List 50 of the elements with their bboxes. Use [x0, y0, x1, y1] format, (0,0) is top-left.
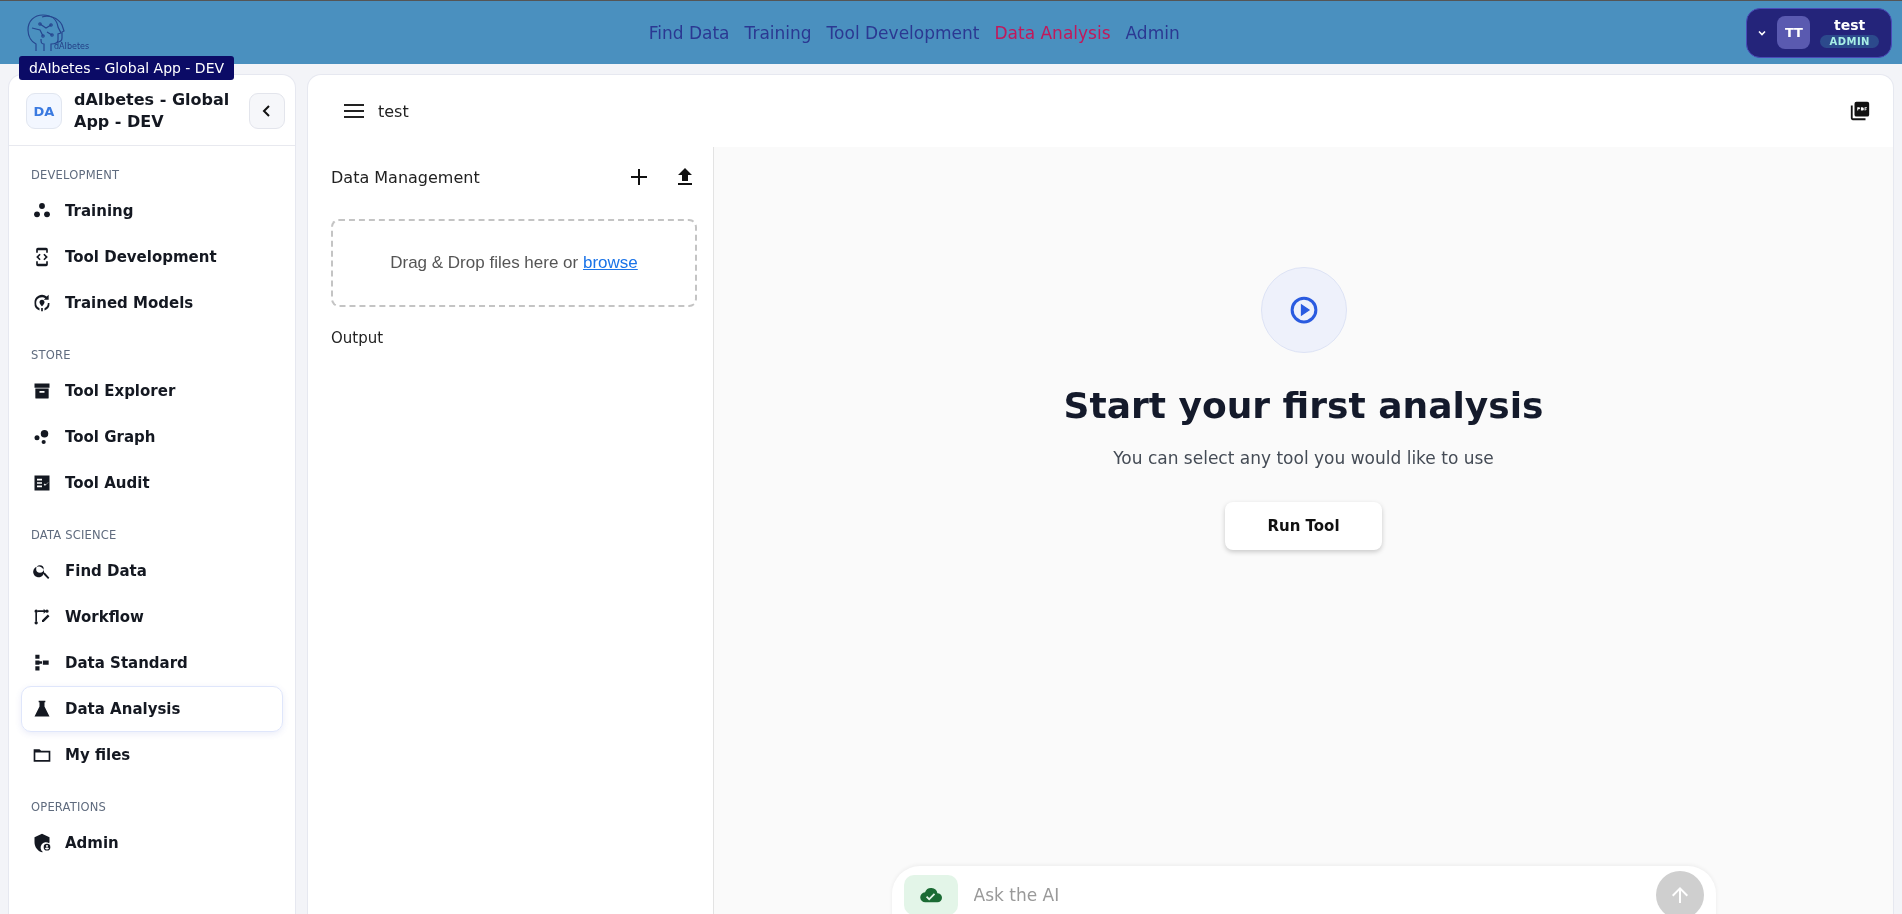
sidebar-icon: [32, 653, 52, 673]
empty-state-title: Start your first analysis: [1063, 385, 1544, 426]
analysis-title: test: [378, 101, 410, 121]
chat-input[interactable]: Ask the AI: [971, 884, 1642, 906]
browse-link[interactable]: browse: [582, 253, 638, 273]
sidebar-item[interactable]: Tool Explorer: [21, 368, 283, 414]
sidebar-item[interactable]: Data Analysis: [21, 686, 283, 732]
sidebar-item[interactable]: Workflow: [21, 594, 283, 640]
section-heading: DATA SCIENCE: [30, 527, 118, 544]
sidebar-item[interactable]: Find Data: [21, 548, 283, 594]
user-avatar: TT: [1777, 16, 1811, 49]
pdf-icon[interactable]: [1849, 100, 1871, 122]
file-dropzone[interactable]: Drag & Drop files here or browse: [331, 219, 697, 307]
app-title: dAIbetes - Global App - DEV: [74, 89, 231, 133]
app-tooltip: dAIbetes - Global App - DEV: [19, 56, 235, 80]
sidebar-item[interactable]: Admin: [21, 820, 283, 866]
sidebar-item[interactable]: Trained Models: [21, 280, 283, 326]
sidebar-item[interactable]: Tool Development: [21, 234, 283, 280]
sidebar-icon: [32, 381, 52, 401]
dropzone-text: Drag & Drop files here or: [390, 253, 579, 273]
plus-icon: [631, 169, 647, 185]
upload-icon: [677, 168, 693, 186]
section-title: Data Management: [331, 167, 481, 187]
section-heading: DEVELOPMENT: [30, 167, 121, 184]
role-badge: ADMIN: [1820, 35, 1879, 48]
logo-text: dAIbetes: [54, 42, 90, 51]
output-label: Output: [331, 329, 384, 347]
user-menu-button[interactable]: TT test ADMIN: [1746, 7, 1892, 58]
section-heading: STORE: [30, 347, 72, 364]
sidebar-item[interactable]: My files: [21, 732, 283, 778]
empty-state-subtitle: You can select any tool you would like to use: [1113, 448, 1494, 468]
play-circle-icon: [1288, 295, 1319, 325]
section-heading: OPERATIONS: [30, 799, 108, 816]
menu-icon[interactable]: [344, 103, 364, 119]
chevron-left-icon: [262, 105, 272, 117]
app-badge: DA: [26, 93, 62, 129]
sidebar-icon: [32, 607, 52, 627]
sidebar-icon: [32, 473, 52, 493]
sidebar-item[interactable]: Data Standard: [21, 640, 283, 686]
run-tool-button[interactable]: Run Tool: [1225, 502, 1382, 550]
sidebar-icon: [32, 833, 52, 853]
sidebar-icon: [32, 699, 52, 719]
collapse-button[interactable]: [249, 93, 285, 129]
sidebar-item[interactable]: Training: [21, 188, 283, 234]
cloud-check-icon: [919, 887, 942, 903]
sidebar-item[interactable]: Tool Audit: [21, 460, 283, 506]
sidebar-item[interactable]: Tool Graph: [21, 414, 283, 460]
user-name: test: [1834, 17, 1866, 33]
sidebar-icon: [32, 293, 52, 313]
chat-field[interactable]: Ask the AI: [891, 866, 1716, 914]
